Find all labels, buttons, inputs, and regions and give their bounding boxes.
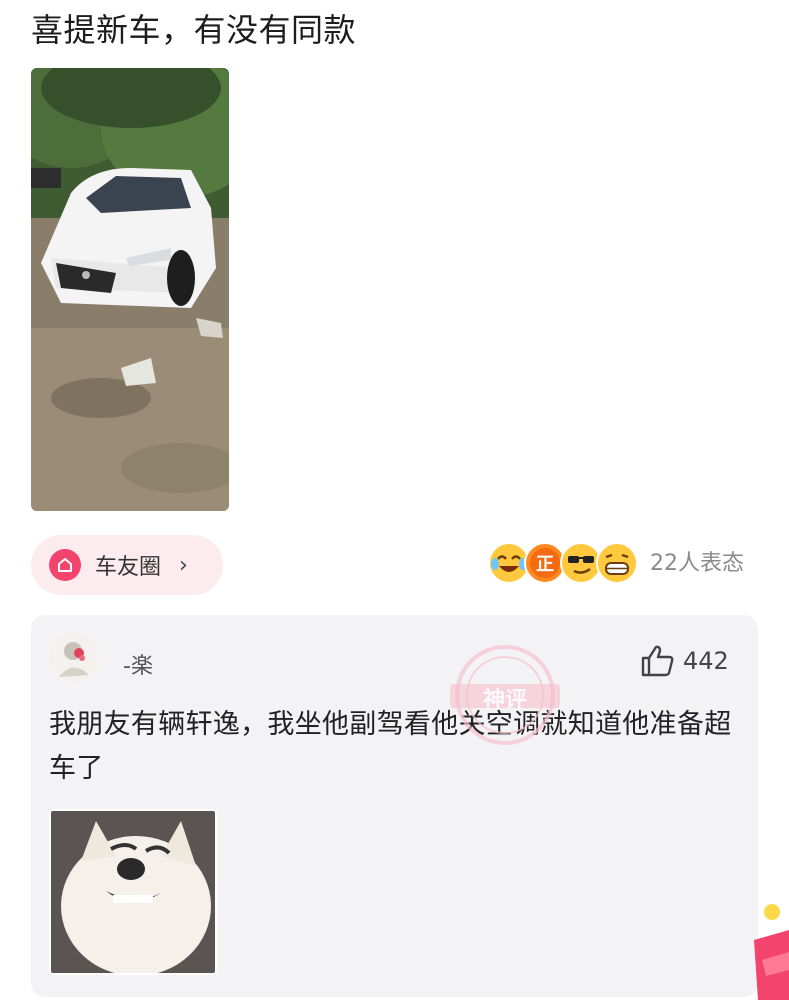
circle-home-icon <box>49 549 81 581</box>
car-photo-illustration <box>31 68 229 511</box>
watermark-stamp: 神评 <box>430 640 580 750</box>
comment-meme-image[interactable] <box>49 809 217 975</box>
comment-username[interactable]: -楽 <box>123 648 153 680</box>
car-photo[interactable] <box>31 68 229 511</box>
post-title: 喜提新车，有没有同款 <box>31 11 357 49</box>
like-button[interactable]: 442 <box>639 641 729 681</box>
tag-label: 车友圈 <box>95 555 162 580</box>
thumbs-up-icon <box>641 645 674 677</box>
chevron-right-icon: › <box>179 552 188 578</box>
car-club-tag[interactable]: 车友圈 › <box>31 535 223 595</box>
comment-card: -楽 442 我朋友有辆轩逸，我坐他副驾看他关空调就知道他准备超车了 <box>31 615 758 997</box>
like-count: 442 <box>683 647 729 675</box>
reaction-summary[interactable]: 正 <box>488 540 640 586</box>
comment-text: 我朋友有辆轩逸，我坐他副驾看他关空调就知道他准备超车了 <box>49 709 732 784</box>
reaction-count: 22人表态 <box>650 551 744 576</box>
avatar[interactable] <box>49 631 101 683</box>
floating-gift-icon[interactable] <box>752 900 789 1000</box>
watermark-text: 神评 <box>482 688 527 713</box>
grin-emoji-icon <box>596 542 638 584</box>
